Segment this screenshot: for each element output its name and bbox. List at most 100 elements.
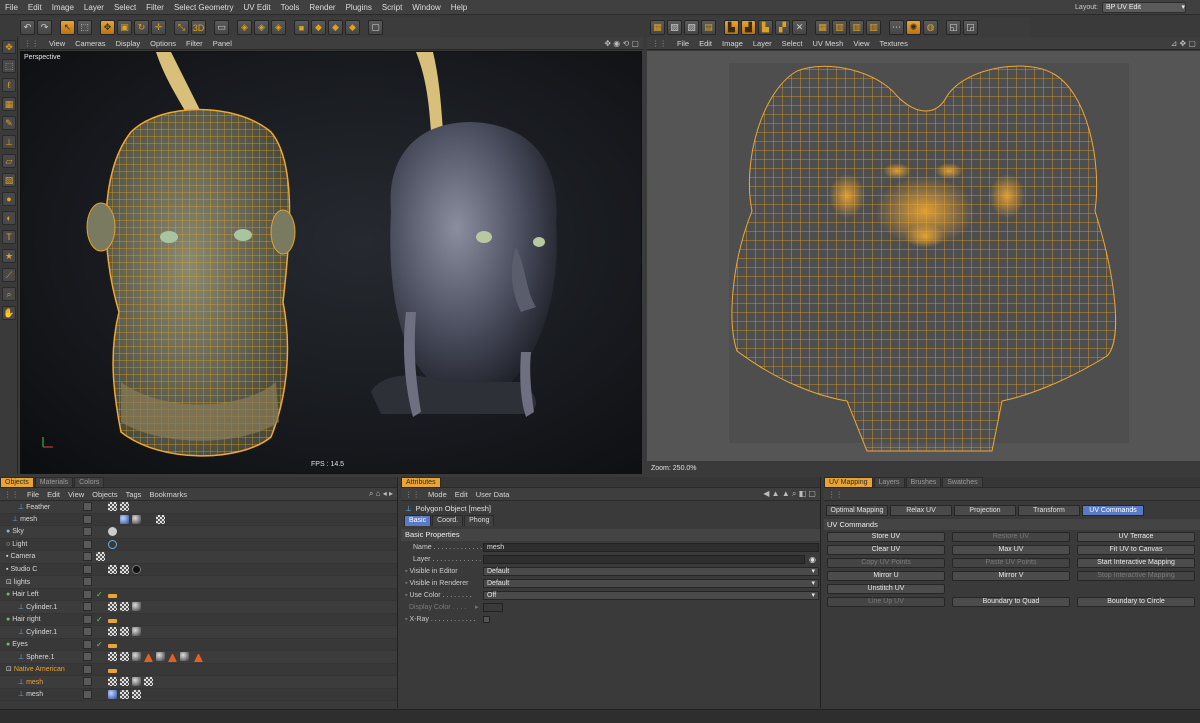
xray-checkbox[interactable] bbox=[483, 615, 490, 623]
menu-filter[interactable]: Filter bbox=[141, 3, 169, 12]
tab-materials[interactable]: Materials bbox=[34, 477, 74, 487]
display-color-swatch[interactable] bbox=[483, 602, 503, 612]
uv-tool-13-icon[interactable]: ▥ bbox=[866, 20, 881, 35]
uv-menu-edit[interactable]: Edit bbox=[694, 39, 717, 48]
star-icon[interactable]: ★ bbox=[2, 249, 16, 263]
menu-layer[interactable]: Layer bbox=[79, 3, 109, 12]
viewport-menu-cameras[interactable]: Cameras bbox=[70, 39, 110, 48]
attributes-menu-edit[interactable]: Edit bbox=[451, 490, 472, 499]
boundary-to-circle-button[interactable]: Boundary to Circle bbox=[1077, 597, 1195, 607]
objects-menu-file[interactable]: File bbox=[23, 490, 43, 499]
objects-search-icons[interactable]: ⌕ ⌂ ◂ ▸ bbox=[369, 489, 397, 499]
menu-uv-edit[interactable]: UV Edit bbox=[239, 3, 276, 12]
viewport-menu-view[interactable]: View bbox=[44, 39, 70, 48]
menu-tools[interactable]: Tools bbox=[276, 3, 305, 12]
uv-menu-image[interactable]: Image bbox=[717, 39, 748, 48]
tab-colors[interactable]: Colors bbox=[74, 477, 105, 487]
clear-uv-button[interactable]: Clear UV bbox=[827, 545, 945, 555]
list-item[interactable]: ⊥ Cylinder.1 bbox=[0, 601, 397, 614]
uv-menu-uvmesh[interactable]: UV Mesh bbox=[808, 39, 849, 48]
tab-transform[interactable]: Transform bbox=[1018, 505, 1080, 516]
render-settings-icon[interactable]: ◈ bbox=[271, 20, 286, 35]
stamp-icon[interactable]: ⊥ bbox=[2, 135, 16, 149]
tab-phong[interactable]: Phong bbox=[464, 515, 495, 526]
axis-icon[interactable]: ⤡ bbox=[174, 20, 189, 35]
rotate-icon[interactable]: ↻ bbox=[134, 20, 149, 35]
menu-help[interactable]: Help bbox=[446, 3, 472, 12]
list-item[interactable]: ⊥ Feather bbox=[0, 501, 397, 514]
list-item[interactable]: ● Hair Left ✓ bbox=[0, 588, 397, 601]
attributes-menu-mode[interactable]: Mode bbox=[424, 490, 451, 499]
restore-uv-button[interactable]: Restore UV bbox=[952, 532, 1070, 542]
viewport-menu-filter[interactable]: Filter bbox=[181, 39, 208, 48]
viewport-canvas[interactable]: Perspective FPS: 14.5 bbox=[20, 51, 642, 474]
objects-menu-bookmarks[interactable]: Bookmarks bbox=[145, 490, 191, 499]
stop-interactive-mapping-button[interactable]: Stop Interactive Mapping bbox=[1077, 571, 1195, 581]
deformer-icon[interactable]: ◆ bbox=[328, 20, 343, 35]
selection-icon[interactable]: ⬚ bbox=[77, 20, 92, 35]
uv-menu-textures[interactable]: Textures bbox=[874, 39, 912, 48]
viewport-menu-panel[interactable]: Panel bbox=[208, 39, 237, 48]
render-view-icon[interactable]: ◈ bbox=[237, 20, 252, 35]
fit-uv-to-canvas-button[interactable]: Fit UV to Canvas bbox=[1077, 545, 1195, 555]
viewport-menu-options[interactable]: Options bbox=[145, 39, 181, 48]
attributes-nav-icons[interactable]: ◀ ▲ ▲ ⌕ ◧ ▢ bbox=[763, 489, 820, 499]
uv-tool-16-icon[interactable]: ◍ bbox=[923, 20, 938, 35]
world-coords-icon[interactable]: 3D bbox=[191, 20, 206, 35]
live-selection-icon[interactable]: ↖ bbox=[60, 20, 75, 35]
max-uv-button[interactable]: Max UV bbox=[952, 545, 1070, 555]
redo-icon[interactable]: ↷ bbox=[37, 20, 52, 35]
objects-menu-edit[interactable]: Edit bbox=[43, 490, 64, 499]
list-item[interactable]: ⊥ mesh bbox=[0, 513, 397, 526]
tab-uv-commands[interactable]: UV Commands bbox=[1082, 505, 1144, 516]
cube-icon[interactable]: ■ bbox=[294, 20, 309, 35]
tab-optimal-mapping[interactable]: Optimal Mapping bbox=[826, 505, 888, 516]
uv-tool-5-icon[interactable]: ▙ bbox=[724, 20, 739, 35]
uv-tool-4-icon[interactable]: ▤ bbox=[701, 20, 716, 35]
mirror-u-button[interactable]: Mirror U bbox=[827, 571, 945, 581]
render-region-icon[interactable]: ▭ bbox=[214, 20, 229, 35]
tab-uv-mapping[interactable]: UV Mapping bbox=[824, 477, 873, 487]
render-picture-icon[interactable]: ◈ bbox=[254, 20, 269, 35]
boundary-to-quad-button[interactable]: Boundary to Quad bbox=[952, 597, 1070, 607]
uv-tool-15-icon[interactable]: ✺ bbox=[906, 20, 921, 35]
tab-relax-uv[interactable]: Relax UV bbox=[890, 505, 952, 516]
uv-tool-18-icon[interactable]: ◲ bbox=[963, 20, 978, 35]
menu-script[interactable]: Script bbox=[377, 3, 407, 12]
menu-window[interactable]: Window bbox=[407, 3, 445, 12]
menu-plugins[interactable]: Plugins bbox=[341, 3, 377, 12]
layout-dropdown[interactable]: BP UV Edit ▾ bbox=[1102, 1, 1186, 13]
generator-icon[interactable]: ◆ bbox=[311, 20, 326, 35]
uv-menu-select[interactable]: Select bbox=[777, 39, 808, 48]
scene-icon[interactable]: ◆ bbox=[345, 20, 360, 35]
paste-uv-points-button[interactable]: Paste UV Points bbox=[952, 558, 1070, 568]
list-item[interactable]: ● Hair right ✓ bbox=[0, 613, 397, 626]
brush-icon[interactable]: ✎ bbox=[2, 116, 16, 130]
list-item[interactable]: ⊥ mesh bbox=[0, 688, 397, 701]
uv-menu-layer[interactable]: Layer bbox=[748, 39, 777, 48]
text-icon[interactable]: T bbox=[2, 230, 16, 244]
layer-field[interactable] bbox=[483, 554, 805, 564]
checker-icon[interactable]: ▦ bbox=[2, 97, 16, 111]
tab-brushes[interactable]: Brushes bbox=[905, 477, 942, 487]
smudge-icon[interactable]: ◐ bbox=[2, 211, 16, 225]
tab-projection[interactable]: Projection bbox=[954, 505, 1016, 516]
menu-render[interactable]: Render bbox=[304, 3, 340, 12]
tab-attributes[interactable]: Attributes bbox=[401, 477, 441, 487]
viewport-menu-display[interactable]: Display bbox=[111, 39, 146, 48]
objects-menu-objects[interactable]: Objects bbox=[88, 490, 121, 499]
uv-tool-3-icon[interactable]: ▨ bbox=[684, 20, 699, 35]
rect-select-icon[interactable]: ⬚ bbox=[2, 59, 16, 73]
list-item[interactable]: ⊡ lights bbox=[0, 576, 397, 589]
unstitch-uv-button[interactable]: Unstitch UV bbox=[827, 584, 945, 594]
magnifier-icon[interactable]: ⌕ bbox=[2, 287, 16, 301]
list-item[interactable]: ● Sky bbox=[0, 526, 397, 539]
start-interactive-mapping-button[interactable]: Start Interactive Mapping bbox=[1077, 558, 1195, 568]
layer-picker-icon[interactable]: ◉ bbox=[809, 555, 816, 564]
uv-tool-7-icon[interactable]: ▙ bbox=[758, 20, 773, 35]
move-icon[interactable]: ✥ bbox=[100, 20, 115, 35]
line-up-uv-button[interactable]: Line Up UV bbox=[827, 597, 945, 607]
menu-edit[interactable]: Edit bbox=[23, 3, 47, 12]
hand-icon[interactable]: ✋ bbox=[2, 306, 16, 320]
list-item[interactable]: ▪ Camera bbox=[0, 551, 397, 564]
